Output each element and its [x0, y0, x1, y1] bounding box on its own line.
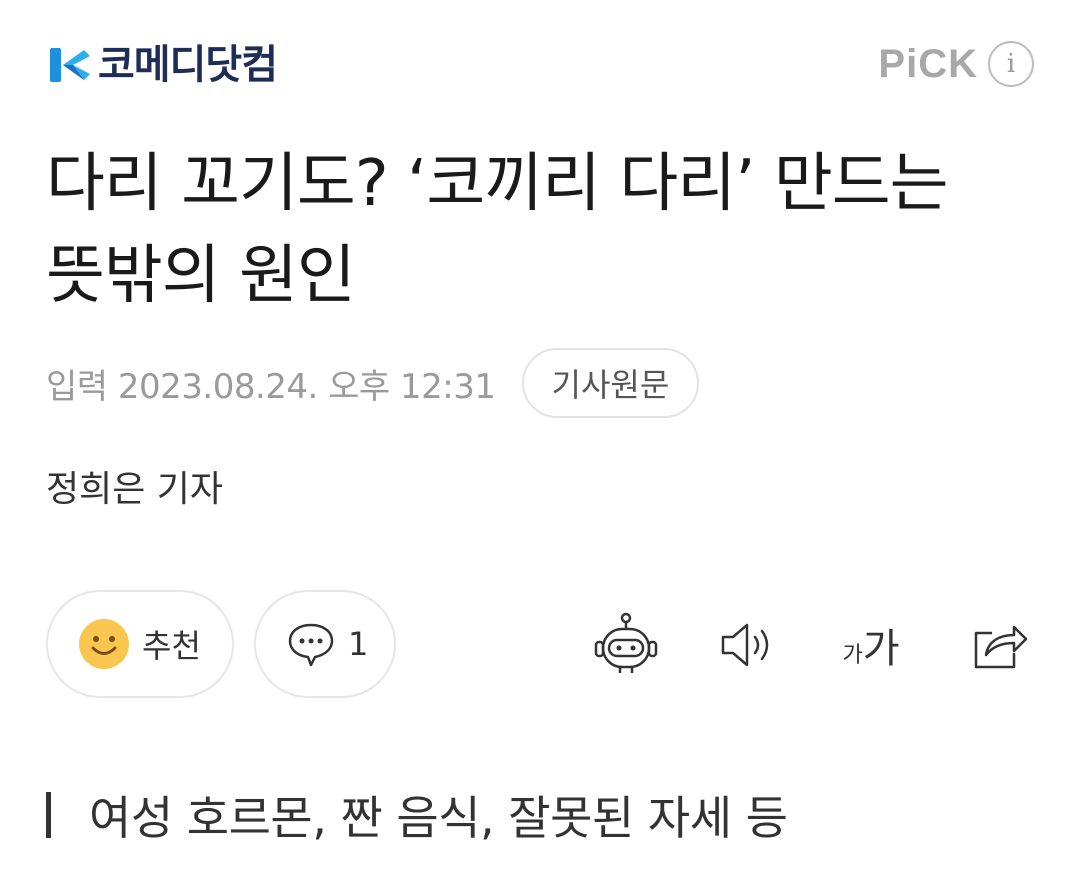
recommend-label: 추천 — [142, 627, 201, 665]
publish-date: 입력 2023.08.24. 오후 12:31 — [46, 366, 496, 407]
share-button[interactable] — [964, 610, 1034, 680]
press-logo[interactable]: 코메디닷컴 — [46, 42, 278, 88]
original-article-button[interactable]: 기사원문 — [521, 348, 700, 418]
font-small-glyph: 가 — [842, 643, 863, 668]
pick-label: PiCK — [878, 42, 978, 86]
pick-badge[interactable]: PiCK i — [878, 40, 1034, 88]
comment-count: 1 — [348, 625, 369, 663]
comedy-logo-icon — [50, 48, 90, 82]
article-page: 코메디닷컴 PiCK i 다리 꼬기도? ‘코끼리 다리’ 만드는 뜻밖의 원인… — [0, 0, 1080, 891]
summary-bot-button[interactable] — [591, 610, 661, 680]
share-icon — [974, 625, 1028, 669]
smile-icon — [79, 619, 129, 669]
subheading-text: 여성 호르몬, 짠 음식, 잘못된 자세 등 — [89, 791, 788, 845]
info-icon[interactable]: i — [988, 41, 1034, 87]
article-actions: 추천 1 가 가 — [46, 590, 1034, 698]
reporter-name[interactable]: 정희은 기자 — [46, 460, 223, 512]
robot-summary-icon — [594, 612, 658, 673]
recommend-button[interactable]: 추천 — [46, 590, 234, 698]
read-aloud-button[interactable] — [714, 610, 784, 680]
subheading-bar — [46, 792, 51, 838]
article-headline: 다리 꼬기도? ‘코끼리 다리’ 만드는 뜻밖의 원인 — [46, 147, 948, 313]
font-size-icon: 가 가 — [842, 616, 899, 674]
speaker-icon — [721, 623, 769, 667]
article-subheading: 여성 호르몬, 짠 음식, 잘못된 자세 등 — [46, 785, 788, 845]
header: 코메디닷컴 PiCK i — [46, 38, 1034, 94]
press-name: 코메디닷컴 — [98, 42, 278, 88]
article-meta: 입력 2023.08.24. 오후 12:31 기사원문 — [46, 348, 700, 418]
font-size-button[interactable]: 가 가 — [836, 610, 906, 680]
comment-icon — [288, 623, 334, 667]
comment-button[interactable]: 1 — [254, 590, 396, 698]
font-large-glyph: 가 — [862, 626, 900, 672]
